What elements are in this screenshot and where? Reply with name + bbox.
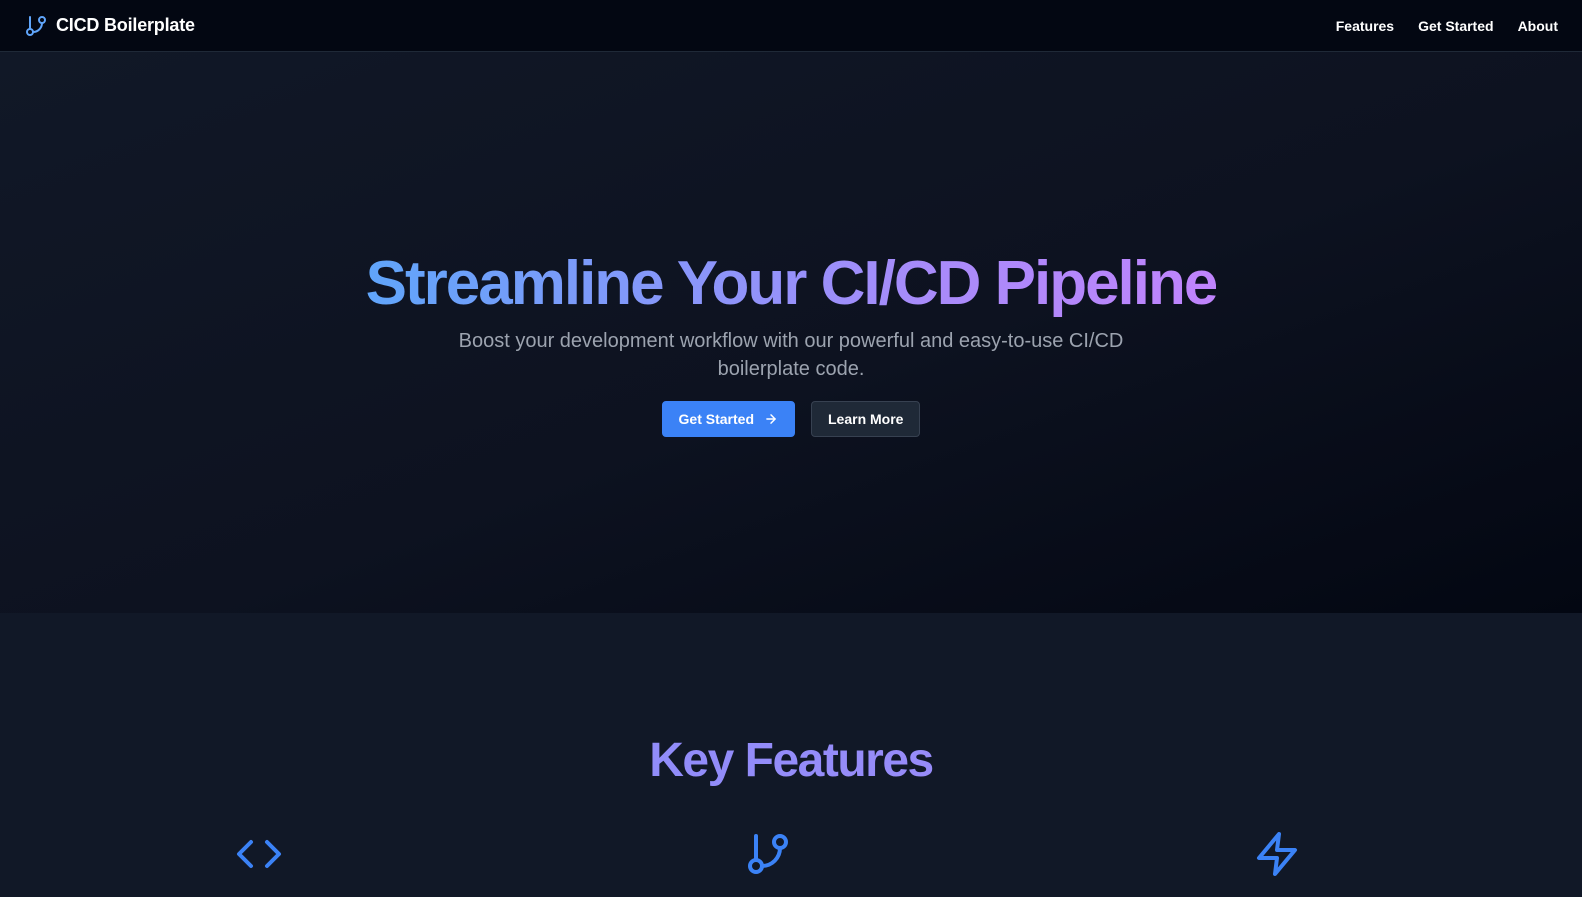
brand-name: CICD Boilerplate — [56, 15, 195, 35]
git-branch-icon — [24, 14, 48, 38]
landing-page: CICD Boilerplate Features Get Started Ab… — [0, 0, 1582, 897]
get-started-button-label: Get Started — [678, 410, 754, 427]
site-header: CICD Boilerplate Features Get Started Ab… — [0, 0, 1582, 52]
brand-link[interactable]: CICD Boilerplate — [24, 14, 195, 38]
features-section: Key Features — [0, 613, 1582, 897]
hero-actions: Get Started Learn More — [661, 400, 921, 437]
git-branch-icon — [744, 830, 792, 878]
lightning-icon — [1253, 830, 1301, 878]
get-started-button[interactable]: Get Started — [661, 400, 795, 437]
learn-more-button[interactable]: Learn More — [811, 400, 921, 437]
hero-subtitle: Boost your development workflow with our… — [458, 329, 1124, 380]
code-icon — [235, 830, 283, 878]
hero-section: Streamline Your CI/CD Pipeline Boost you… — [0, 52, 1582, 613]
main-nav: Features Get Started About — [1336, 18, 1558, 34]
nav-link-get-started[interactable]: Get Started — [1418, 18, 1493, 34]
nav-link-about[interactable]: About — [1518, 18, 1558, 34]
learn-more-button-label: Learn More — [828, 410, 904, 427]
arrow-right-icon — [764, 412, 778, 426]
features-title: Key Features — [0, 733, 1582, 789]
nav-link-features[interactable]: Features — [1336, 18, 1394, 34]
hero-title: Streamline Your CI/CD Pipeline — [365, 249, 1219, 319]
